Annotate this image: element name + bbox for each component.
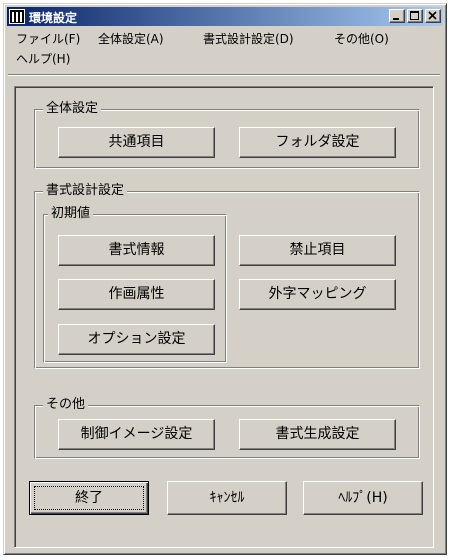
app-icon (9, 9, 25, 24)
maximize-icon (410, 11, 419, 20)
title-bar[interactable]: 環境設定 (7, 7, 443, 26)
menu-help[interactable]: ヘルプ(H) (16, 50, 70, 67)
menu-file[interactable]: ファイル(F) (16, 30, 80, 47)
settings-window: 環境設定 ファイル(F) 全体設定(A) 書式設計設定(D) その他(O) ヘル… (3, 3, 447, 555)
initial-values-label: 初期値 (48, 206, 94, 222)
menu-other[interactable]: その他(O) (334, 30, 389, 47)
global-settings-label: 全体設定 (43, 101, 102, 117)
folder-settings-button[interactable]: フォルダ設定 (239, 127, 396, 158)
minimize-button[interactable] (389, 9, 405, 23)
option-settings-button[interactable]: オプション設定 (58, 324, 215, 355)
format-info-button[interactable]: 書式情報 (58, 235, 215, 266)
focus-rectangle (34, 486, 144, 510)
common-items-button[interactable]: 共通項目 (58, 127, 215, 158)
window-title: 環境設定 (29, 11, 78, 25)
menu-global-settings[interactable]: 全体設定(A) (98, 30, 164, 47)
close-button[interactable] (425, 9, 441, 23)
gaiji-mapping-button[interactable]: 外字マッピング (239, 279, 396, 310)
control-image-settings-button[interactable]: 制御イメージ設定 (58, 419, 215, 450)
menu-divider (8, 74, 440, 76)
menu-bar: ファイル(F) 全体設定(A) 書式設計設定(D) その他(O) ヘルプ(H) (8, 30, 438, 70)
other-label: その他 (43, 397, 89, 413)
format-design-label: 書式設計設定 (43, 183, 128, 199)
help-button[interactable]: ﾍﾙﾌﾟ(H) (303, 481, 423, 515)
format-generation-settings-button[interactable]: 書式生成設定 (239, 419, 396, 450)
drawing-attributes-button[interactable]: 作画属性 (58, 279, 215, 310)
prohibited-items-button[interactable]: 禁止項目 (239, 235, 396, 266)
settings-panel: 全体設定 共通項目 フォルダ設定 書式設計設定 初期値 書式情報 作画属性 オプ… (14, 86, 434, 548)
minimize-icon (393, 18, 399, 20)
close-icon (428, 11, 437, 20)
maximize-button[interactable] (407, 9, 423, 23)
exit-button[interactable]: 終了 (29, 481, 149, 515)
menu-format-design-settings[interactable]: 書式設計設定(D) (203, 30, 294, 47)
cancel-button[interactable]: ｷｬﾝｾﾙ (167, 481, 287, 515)
